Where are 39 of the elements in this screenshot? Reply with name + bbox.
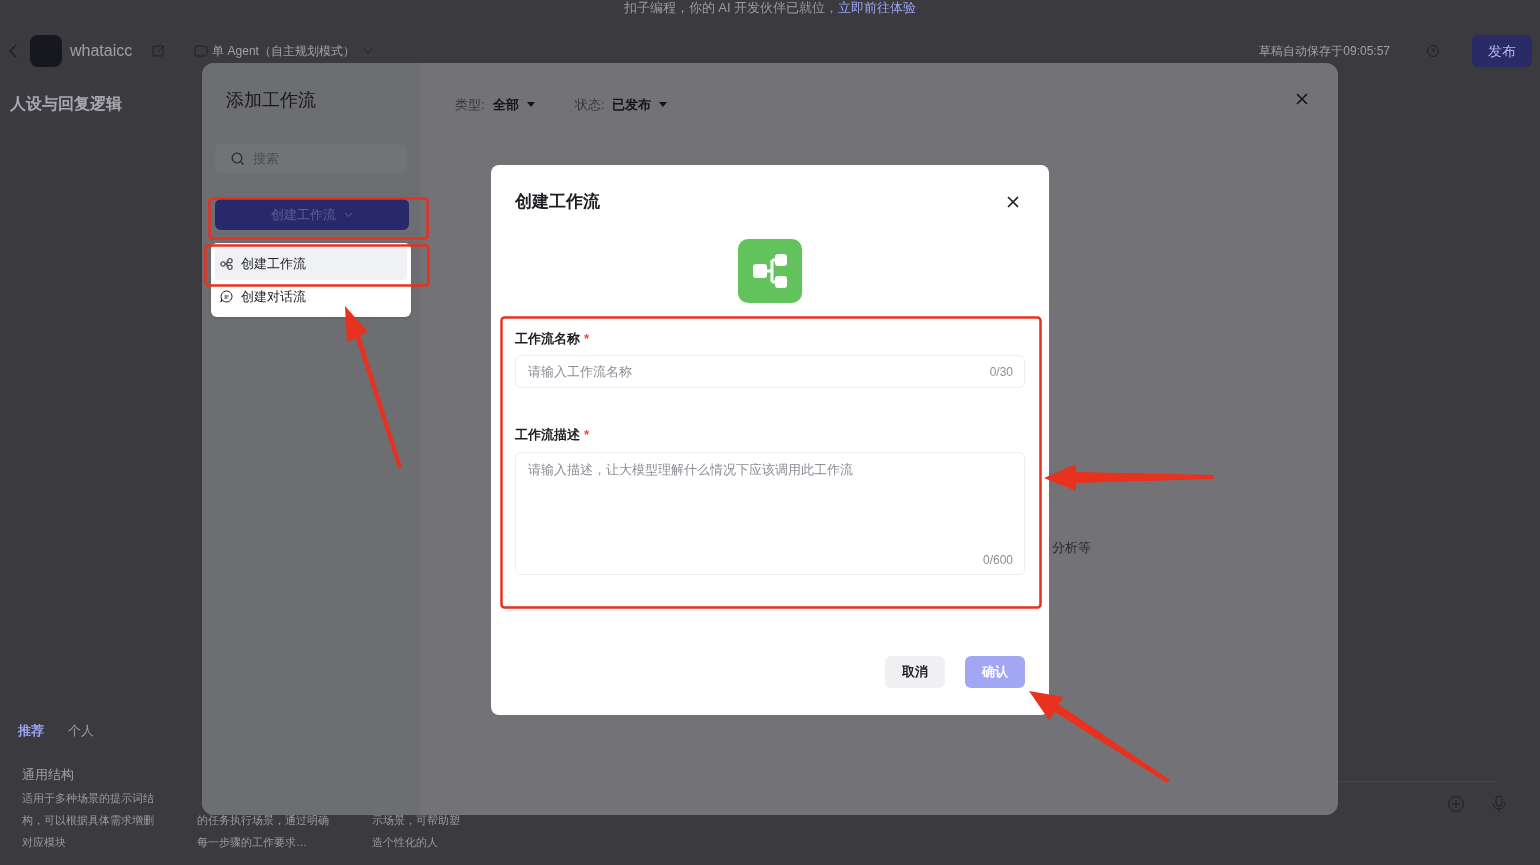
caret-icon	[526, 102, 535, 108]
card-description: 适用于多种场景的提示词结构，可以根据具体需求增删对应模块	[22, 791, 155, 850]
template-tab[interactable]: 推荐	[18, 721, 44, 741]
add-icon[interactable]	[1447, 795, 1465, 813]
required-mark: *	[584, 329, 590, 348]
close-icon[interactable]	[1007, 195, 1019, 208]
edit-icon[interactable]	[152, 44, 167, 58]
partial-text: 分析等	[1052, 539, 1091, 557]
menu-item[interactable]: 创建工作流	[215, 247, 407, 280]
card-description: 示场景，可帮助塑造个性化的人	[372, 813, 461, 850]
character-counter: 0/600	[982, 551, 1013, 569]
character-counter: 0/30	[989, 364, 1013, 381]
card-title: 通用结构	[22, 766, 75, 783]
mode-selector[interactable]: 单 Agent（自主规划模式）	[194, 42, 373, 60]
chat-bubble-icon	[220, 290, 233, 303]
microphone-icon[interactable]	[1492, 795, 1506, 813]
autosave-text: 草稿自动保存于09:05:57	[1259, 43, 1390, 60]
required-mark: *	[584, 426, 590, 444]
filter-dropdown[interactable]: 类型: 全部	[455, 95, 535, 115]
back-icon[interactable]	[8, 44, 18, 58]
caret-icon	[659, 102, 668, 108]
section-title: 人设与回复逻辑	[9, 94, 123, 114]
caret-icon	[362, 48, 373, 54]
cancel-button[interactable]: 取消	[885, 655, 945, 688]
publish-button[interactable]: 发布	[1472, 35, 1532, 67]
app-avatar	[30, 35, 62, 67]
dialog-title: 添加工作流	[226, 89, 317, 112]
card-description: 的任务执行场景，通过明确每一步骤的工作要求…	[197, 813, 330, 850]
caret-icon	[344, 211, 353, 218]
workflow-logo-icon	[738, 238, 802, 303]
field-label: 工作流描述	[515, 426, 580, 444]
template-tab[interactable]: 个人	[68, 721, 94, 741]
app-name: whataicc	[70, 41, 133, 61]
workflow-icon	[220, 257, 233, 270]
dialog-title: 创建工作流	[515, 191, 600, 213]
field-label: 工作流名称	[515, 329, 580, 348]
banner-link[interactable]: 立即前往体验	[838, 0, 917, 18]
search-icon	[231, 151, 245, 166]
banner-text: 扣子编程，你的 AI 开发伙伴已就位，	[623, 0, 839, 18]
